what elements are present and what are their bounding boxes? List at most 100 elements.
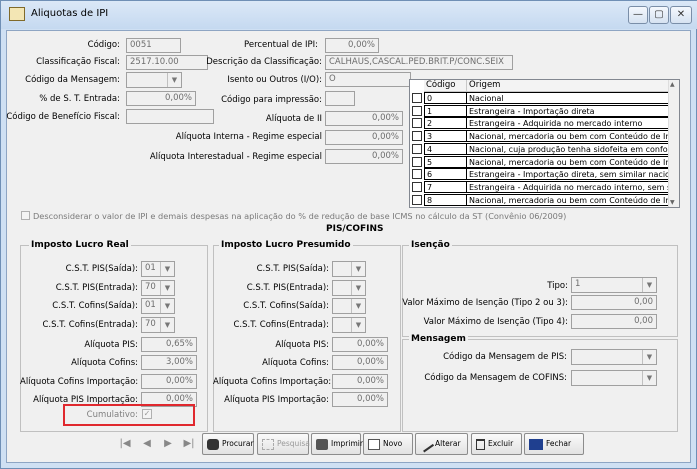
table-row[interactable]: 3 Nacional, mercadoria ou bem com Conteúd…	[410, 130, 671, 143]
title-bar[interactable]: Aliquotas de IPI — ▢ ✕	[1, 1, 697, 29]
aliq-interestadual-input[interactable]: 0,00%	[325, 149, 403, 164]
row-checkbox[interactable]	[412, 156, 422, 167]
scroll-up-icon[interactable]: ▲	[670, 81, 675, 88]
lp-cst-pis-entrada-combo[interactable]: ▼	[332, 280, 366, 296]
lp-aliq-cofins-input[interactable]: 0,00%	[332, 355, 388, 370]
table-row[interactable]: 8 Nacional, mercadoria ou bem com Conteúd…	[410, 193, 671, 206]
table-row[interactable]: 4 Nacional, cuja produção tenha sidofeita…	[410, 142, 671, 155]
lr-aliq-cofins-imp-input[interactable]: 0,00%	[141, 374, 197, 389]
alterar-button[interactable]: Alterar	[415, 433, 468, 455]
row-checkbox[interactable]	[412, 131, 422, 142]
isento-input[interactable]: O	[325, 72, 411, 87]
scroll-down-icon[interactable]: ▼	[670, 199, 675, 206]
table-scrollbar[interactable]: ▲ ▼	[668, 80, 679, 207]
lp-cst-cofins-entrada-combo[interactable]: ▼	[332, 317, 366, 333]
row-checkbox[interactable]	[412, 181, 422, 192]
lr-cst-pis-saida-combo[interactable]: 01 ▼	[141, 261, 175, 277]
lp-aliq-pis-imp-label: Alíquota PIS Importação:	[224, 395, 329, 405]
cell-origem: Nacional	[467, 92, 671, 104]
lr-aliq-pis-input[interactable]: 0,65%	[141, 337, 197, 352]
nav-first-button[interactable]: |◀	[117, 433, 133, 455]
chevron-down-icon: ▼	[167, 73, 181, 87]
binoculars-icon	[207, 438, 219, 450]
percentual-ipi-input[interactable]: 0,00%	[325, 38, 379, 53]
lr-cst-cofins-saida-label: C.S.T. Cofins(Saída):	[52, 301, 138, 311]
novo-button[interactable]: Novo	[363, 433, 413, 455]
lr-cst-cofins-entrada-combo[interactable]: 70 ▼	[141, 317, 175, 333]
chevron-down-icon: ▼	[160, 318, 174, 332]
lr-aliq-cofins-label: Alíquota Cofins:	[71, 358, 138, 368]
chevron-down-icon: ▼	[642, 371, 656, 385]
chevron-down-icon: ▼	[642, 350, 656, 364]
isencao-title: Isenção	[409, 240, 452, 250]
codigo-mensagem-combo[interactable]: ▼	[126, 72, 182, 88]
procurar-button[interactable]: Procurar	[202, 433, 254, 455]
codigo-input[interactable]: 0051	[126, 38, 181, 53]
grid-icon	[262, 438, 274, 450]
descricao-input[interactable]: CALHAUS,CASCAL.PED.BRIT.P/CONC.SEIX	[325, 55, 513, 70]
st-entrada-input[interactable]: 0,00%	[126, 91, 196, 106]
valor-max-2-3-input[interactable]: 0,00	[571, 295, 657, 310]
aliq-interna-label: Alíquota Interna - Regime especial	[175, 132, 322, 142]
row-checkbox[interactable]	[412, 194, 422, 205]
row-checkbox[interactable]	[412, 169, 422, 180]
lp-aliq-pis-imp-input[interactable]: 0,00%	[332, 392, 388, 407]
valor-max-2-3-label: Valor Máximo de Isenção (Tipo 2 ou 3):	[402, 298, 568, 308]
origem-table[interactable]: Código Origem 0 Nacional 1 Estrangeira - Im…	[409, 79, 680, 208]
cell-origem: Nacional, mercadoria ou bem com Conteúdo…	[467, 130, 671, 143]
lp-cst-pis-saida-combo[interactable]: ▼	[332, 261, 366, 277]
lr-aliq-cofins-input[interactable]: 3,00%	[141, 355, 197, 370]
excluir-button[interactable]: Excluir	[471, 433, 522, 455]
chevron-down-icon: ▼	[160, 299, 174, 313]
cell-origem: Nacional, mercadoria ou bem com Conteúdo…	[467, 193, 671, 206]
classificacao-fiscal-label: Classificação Fiscal:	[36, 57, 120, 67]
nav-last-button[interactable]: ▶|	[181, 433, 197, 455]
lp-aliq-cofins-imp-label: Alíquota Cofins Importação:	[213, 377, 332, 387]
desconsiderar-checkbox[interactable]	[21, 211, 30, 220]
cell-codigo: 5	[424, 155, 467, 168]
desconsiderar-label: Desconsiderar o valor de IPI e demais de…	[33, 211, 567, 221]
cod-msg-cofins-label: Código da Mensagem de COFINS:	[424, 373, 567, 383]
codigo-impressao-input[interactable]	[325, 91, 355, 106]
lr-cst-pis-entrada-combo[interactable]: 70 ▼	[141, 280, 175, 296]
printer-icon	[316, 438, 328, 450]
close-button[interactable]: ✕	[670, 6, 692, 24]
header-origem[interactable]: Origem	[467, 80, 670, 92]
table-row[interactable]: 6 Estrangeira - Importação direta, sem si…	[410, 168, 671, 181]
aliquota-ii-input[interactable]: 0,00%	[325, 111, 403, 126]
row-checkbox[interactable]	[412, 93, 422, 103]
valor-max-4-input[interactable]: 0,00	[571, 314, 657, 329]
row-checkbox[interactable]	[412, 105, 422, 116]
lp-aliq-pis-input[interactable]: 0,00%	[332, 337, 388, 352]
descricao-label: Descrição da Classificação:	[206, 57, 322, 67]
nav-next-button[interactable]: ▶	[160, 433, 176, 455]
cell-codigo: 0	[424, 92, 467, 104]
st-entrada-label: % de S. T. Entrada:	[39, 94, 120, 104]
nav-prev-button[interactable]: ◀	[139, 433, 155, 455]
row-checkbox[interactable]	[412, 143, 422, 154]
table-row[interactable]: 0 Nacional	[410, 92, 671, 104]
table-row[interactable]: 7 Estrangeira - Adquirida no mercado inte…	[410, 180, 671, 193]
row-checkbox[interactable]	[412, 118, 422, 129]
chevron-down-icon: ▼	[160, 262, 174, 276]
table-row[interactable]: 5 Nacional, mercadoria ou bem com Conteúd…	[410, 155, 671, 168]
imprimir-button[interactable]: Imprimir	[311, 433, 363, 455]
cod-msg-pis-combo[interactable]: ▼	[571, 349, 657, 365]
minimize-button[interactable]: —	[628, 6, 648, 24]
lp-cst-cofins-saida-combo[interactable]: ▼	[332, 298, 366, 314]
table-row[interactable]: 2 Estrangeira - Adquirida no mercado inte…	[410, 117, 671, 130]
cell-codigo: 6	[424, 168, 467, 181]
cell-codigo: 7	[424, 180, 467, 193]
isencao-tipo-combo[interactable]: 1 ▼	[571, 277, 657, 293]
cumulativo-checkbox[interactable]: ✓	[142, 409, 152, 419]
fechar-button[interactable]: Fechar	[524, 433, 584, 455]
table-row[interactable]: 1 Estrangeira - Importação direta	[410, 104, 671, 117]
aliq-interna-input[interactable]: 0,00%	[325, 130, 403, 145]
cod-msg-cofins-combo[interactable]: ▼	[571, 370, 657, 386]
lp-aliq-cofins-imp-input[interactable]: 0,00%	[332, 374, 388, 389]
maximize-button[interactable]: ▢	[649, 6, 669, 24]
lr-cst-cofins-saida-combo[interactable]: 01 ▼	[141, 298, 175, 314]
chevron-down-icon: ▼	[160, 281, 174, 295]
pesquisa-button[interactable]: Pesquisa	[257, 433, 310, 455]
header-codigo[interactable]: Código	[424, 80, 467, 92]
